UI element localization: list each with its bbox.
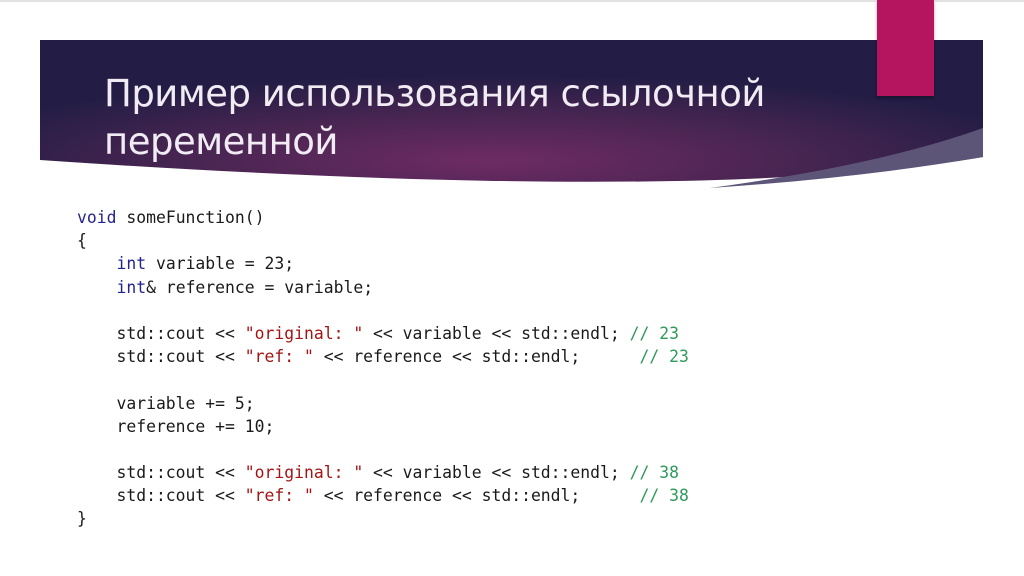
- code-text: << reference << std::endl;: [313, 486, 640, 506]
- code-line: int variable = 23;: [77, 252, 689, 275]
- code-comment: // 23: [639, 347, 689, 367]
- code-string: "ref: ": [244, 347, 314, 367]
- code-line: variable += 5;: [77, 392, 689, 415]
- code-line: int& reference = variable;: [77, 276, 689, 299]
- code-text: someFunction(): [116, 208, 265, 227]
- code-text: variable = 23;: [146, 254, 295, 274]
- code-line: }: [77, 507, 689, 530]
- code-string: "ref: ": [244, 486, 314, 506]
- code-text: variable += 5;: [77, 393, 255, 413]
- slide-title-line-2: переменной: [104, 120, 338, 163]
- code-text: << reference << std::endl;: [313, 347, 640, 367]
- code-line: std::cout << "ref: " << reference << std…: [77, 484, 689, 507]
- code-string: "original: ": [244, 323, 364, 343]
- code-text: & reference = variable;: [146, 277, 374, 297]
- code-text: << variable << std::endl;: [363, 323, 630, 343]
- code-line: std::cout << "ref: " << reference << std…: [77, 345, 689, 368]
- code-line: std::cout << "original: " << variable <<…: [77, 322, 689, 345]
- code-string: "original: ": [244, 463, 364, 483]
- code-keyword: void: [77, 208, 117, 227]
- accent-bar: [877, 0, 934, 96]
- code-line: void someFunction(): [77, 206, 689, 229]
- slide-title-line-1: Пример использования ссылочной: [104, 72, 765, 115]
- code-text: std::cout <<: [77, 463, 245, 483]
- code-text: << variable << std::endl;: [363, 463, 630, 483]
- code-text: }: [77, 509, 87, 529]
- slide-title: Пример использования ссылочной переменно…: [104, 70, 864, 166]
- code-line: {: [77, 229, 689, 252]
- code-text: std::cout <<: [77, 323, 245, 343]
- code-line: std::cout << "original: " << variable <<…: [77, 461, 689, 484]
- code-comment: // 38: [629, 463, 679, 483]
- code-text: std::cout <<: [77, 486, 245, 506]
- code-text: reference += 10;: [77, 416, 275, 436]
- code-text: std::cout <<: [77, 347, 245, 367]
- code-keyword: int: [116, 254, 147, 274]
- code-block: void someFunction(){ int variable = 23; …: [77, 206, 689, 531]
- code-text: {: [77, 231, 87, 251]
- code-comment: // 38: [639, 486, 689, 506]
- code-line: reference += 10;: [77, 415, 689, 438]
- code-comment: // 23: [629, 323, 679, 343]
- code-keyword: int: [116, 277, 147, 297]
